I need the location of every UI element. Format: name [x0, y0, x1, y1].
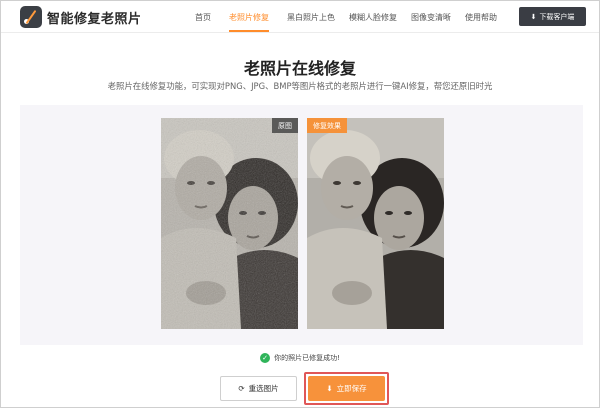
- repaired-photo-image: [307, 118, 444, 329]
- repaired-photo: 修复效果: [307, 118, 444, 329]
- nav-item-face-repair[interactable]: 模糊人脸修复: [349, 12, 397, 23]
- page-title: 老照片在线修复: [243, 59, 356, 78]
- original-tag: 原图: [272, 118, 298, 133]
- reselect-image-button[interactable]: ⟳ 重选图片: [220, 376, 297, 401]
- compare-stage: [20, 105, 583, 345]
- repaired-tag: 修复效果: [307, 118, 347, 133]
- reselect-label: 重选图片: [248, 384, 279, 393]
- nav-item-home[interactable]: 首页: [195, 12, 211, 23]
- original-photo: 原图: [161, 118, 298, 329]
- page-subtitle: 老照片在线修复功能，可实现对PNG、JPG、BMP等图片格式的老照片进行一键AI…: [107, 81, 493, 91]
- original-photo-image: [161, 118, 298, 329]
- nav-item-old-photo-repair[interactable]: 老照片修复: [229, 12, 269, 23]
- download-icon: ⬇: [530, 12, 537, 21]
- brand-name[interactable]: 智能修复老照片: [47, 8, 142, 27]
- top-header: 智能修复老照片 首页 老照片修复 黑白照片上色 模糊人脸修复 图像变清晰 使用帮…: [1, 1, 599, 33]
- logo-wand: [25, 9, 37, 25]
- download-label: 下载客户端: [539, 12, 575, 21]
- save-label: 立即保存: [336, 384, 367, 393]
- nav-active-indicator: [229, 30, 269, 32]
- nav-item-help[interactable]: 使用帮助: [465, 12, 497, 23]
- download-client-button[interactable]: ⬇ 下载客户端: [519, 7, 586, 26]
- status-text: 你的照片已修复成功!: [274, 354, 340, 362]
- save-download-icon: ⬇: [326, 384, 333, 393]
- repair-status: ✓ 你的照片已修复成功!: [1, 353, 599, 363]
- success-check-icon: ✓: [260, 353, 271, 363]
- refresh-icon: ⟳: [238, 384, 245, 393]
- app-logo-icon[interactable]: [20, 6, 42, 28]
- nav-item-enhance[interactable]: 图像变清晰: [411, 12, 451, 23]
- nav-item-colorize[interactable]: 黑白照片上色: [287, 12, 335, 23]
- save-now-button[interactable]: ⬇ 立即保存: [308, 376, 385, 401]
